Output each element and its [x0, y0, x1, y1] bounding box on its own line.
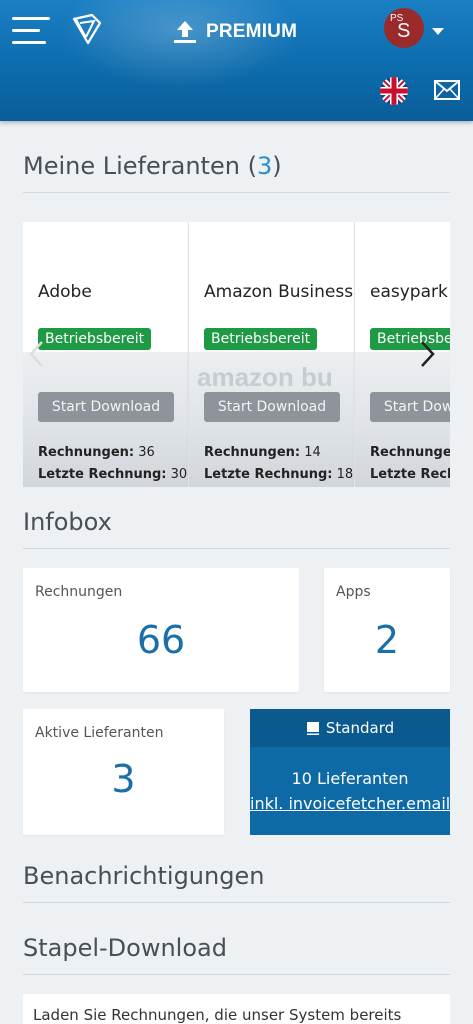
uk-flag-icon[interactable]	[380, 77, 408, 105]
hamburger-menu-icon[interactable]	[12, 17, 50, 45]
mail-icon[interactable]	[434, 80, 460, 100]
plan-tile: Standard 10 Lieferanten inkl. invoicefet…	[250, 709, 450, 835]
supplier-name: Adobe	[38, 282, 92, 302]
premium-label: PREMIUM	[206, 21, 298, 42]
active-suppliers-tile: Aktive Lieferanten 3	[23, 709, 224, 835]
plan-header: Standard	[250, 709, 450, 747]
suppliers-carousel[interactable]: Adobe Betriebsbereit Start Download Rech…	[23, 222, 450, 487]
invoice-count: Rechnungen: 14	[204, 445, 321, 460]
notifications-title: Benachrichtigungen	[23, 862, 450, 903]
carousel-next-arrow-icon[interactable]	[417, 339, 437, 369]
invoices-label: Rechnungen	[35, 584, 123, 600]
status-badge: Betriebsbereit	[370, 328, 450, 350]
supplier-name: Amazon Business	[204, 282, 354, 302]
app-logo-icon[interactable]	[70, 13, 104, 47]
app-header: PREMIUM PS S	[0, 0, 473, 121]
invoices-tile: Rechnungen 66	[23, 568, 299, 692]
last-invoice: Letzte Rechnung:	[370, 467, 450, 482]
avatar-initials-large: S	[397, 19, 417, 47]
invoice-count: Rechnungen:	[370, 445, 450, 460]
supplier-card-adobe[interactable]: Adobe Betriebsbereit Start Download Rech…	[23, 222, 189, 487]
status-badge: Betriebsbereit	[204, 328, 318, 350]
apps-label: Apps	[336, 584, 371, 600]
active-suppliers-label: Aktive Lieferanten	[35, 725, 164, 741]
chevron-down-icon[interactable]	[432, 28, 444, 35]
card-background-text: amazon bu	[197, 362, 333, 392]
carousel-prev-arrow-icon[interactable]	[27, 339, 47, 369]
start-download-button[interactable]: Start Download	[38, 392, 174, 422]
svg-text:S: S	[397, 20, 410, 41]
plan-description: 10 Lieferanten	[291, 769, 409, 788]
batch-download-title: Stapel-Download	[23, 934, 450, 975]
suppliers-title: Meine Lieferanten (3)	[23, 152, 450, 193]
active-suppliers-value: 3	[111, 757, 136, 801]
plan-name: Standard	[325, 719, 395, 737]
book-icon	[306, 721, 319, 735]
batch-download-box: Laden Sie Rechnungen, die unser System b…	[23, 994, 450, 1024]
start-download-button[interactable]: Start Download	[204, 392, 340, 422]
status-badge: Betriebsbereit	[38, 328, 152, 350]
apps-value: 2	[374, 618, 400, 662]
suppliers-count: 3	[256, 152, 273, 180]
premium-button[interactable]: PREMIUM	[172, 18, 297, 46]
user-avatar[interactable]: PS S	[384, 8, 424, 48]
last-invoice: Letzte Rechnung: 30.	[38, 467, 188, 482]
supplier-name: easypark	[370, 282, 448, 302]
supplier-card-amazon-business[interactable]: amazon bu Amazon Business Betriebsbereit…	[189, 222, 355, 487]
invoice-count: Rechnungen: 36	[38, 445, 155, 460]
batch-download-text: Laden Sie Rechnungen, die unser System b…	[33, 1006, 402, 1024]
upload-icon	[174, 21, 196, 43]
apps-tile: Apps 2	[324, 568, 450, 692]
plan-link[interactable]: inkl. invoicefetcher.email	[250, 794, 450, 813]
last-invoice: Letzte Rechnung: 18.0	[204, 467, 354, 482]
invoices-value: 66	[136, 618, 186, 662]
infobox-title: Infobox	[23, 508, 450, 549]
start-download-button[interactable]: Start Download	[370, 392, 450, 422]
